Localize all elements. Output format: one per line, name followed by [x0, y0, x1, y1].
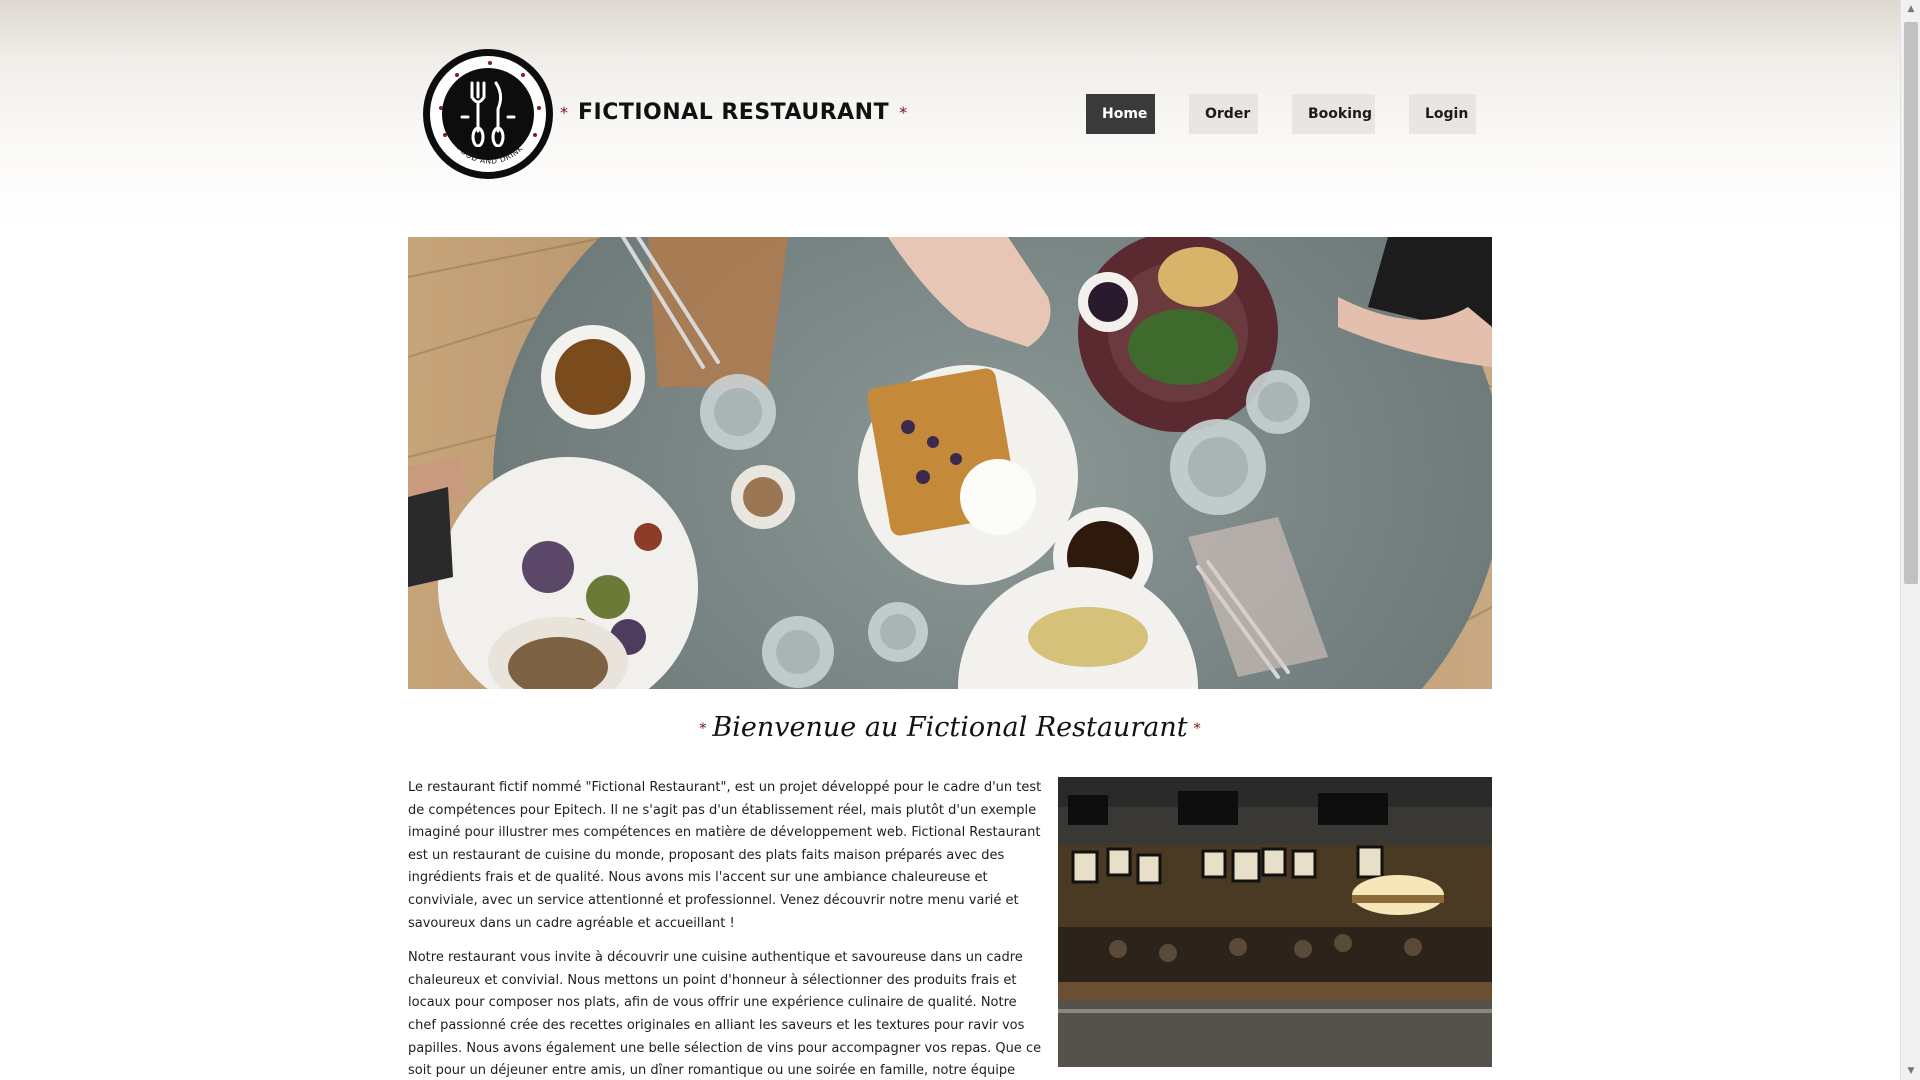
fork-knife-icon — [460, 81, 516, 147]
welcome-star-right: * — [1193, 720, 1201, 737]
hero-image — [408, 237, 1492, 689]
restaurant-logo[interactable]: FOOD AND DRINK — [423, 49, 553, 179]
nav-home-button[interactable]: Home — [1086, 94, 1155, 134]
brand-star-right: * — [899, 103, 908, 122]
welcome-star-left: * — [699, 720, 707, 737]
paragraph: Notre restaurant vous invite à découvrir… — [408, 950, 1042, 1079]
nav-order-button[interactable]: Order — [1189, 94, 1258, 134]
restaurant-bar-image — [1058, 777, 1492, 1067]
paragraph: Le restaurant fictif nommé "Fictional Re… — [408, 780, 1042, 931]
site-header: FOOD AND DRINK * FICTIONAL RESTAURANT * … — [408, 0, 1492, 237]
page-container: FOOD AND DRINK * FICTIONAL RESTAURANT * … — [408, 0, 1492, 1078]
nav-login-button[interactable]: Login — [1409, 94, 1476, 134]
brand: * FICTIONAL RESTAURANT * — [560, 100, 907, 125]
welcome-title: Bienvenue au Fictional Restaurant — [712, 712, 1188, 743]
brand-star-left: * — [560, 103, 568, 122]
restaurant-interior-image — [1058, 777, 1492, 1067]
scrollbar-thumb[interactable] — [1904, 22, 1918, 584]
nav-booking-button[interactable]: Booking — [1292, 94, 1375, 134]
main-nav: Home Order Booking Login — [1086, 94, 1476, 134]
page-scrollbar[interactable]: ▲ ▼ — [1900, 0, 1920, 1080]
hero-food-table-image — [408, 237, 1492, 689]
intro-text: Le restaurant fictif nommé "Fictional Re… — [408, 777, 1044, 1080]
chevron-up-icon[interactable]: ▲ — [1901, 0, 1920, 18]
chevron-down-icon[interactable]: ▼ — [1901, 1062, 1920, 1080]
brand-name: FICTIONAL RESTAURANT — [578, 100, 890, 125]
welcome-heading: * Bienvenue au Fictional Restaurant * — [408, 712, 1492, 743]
